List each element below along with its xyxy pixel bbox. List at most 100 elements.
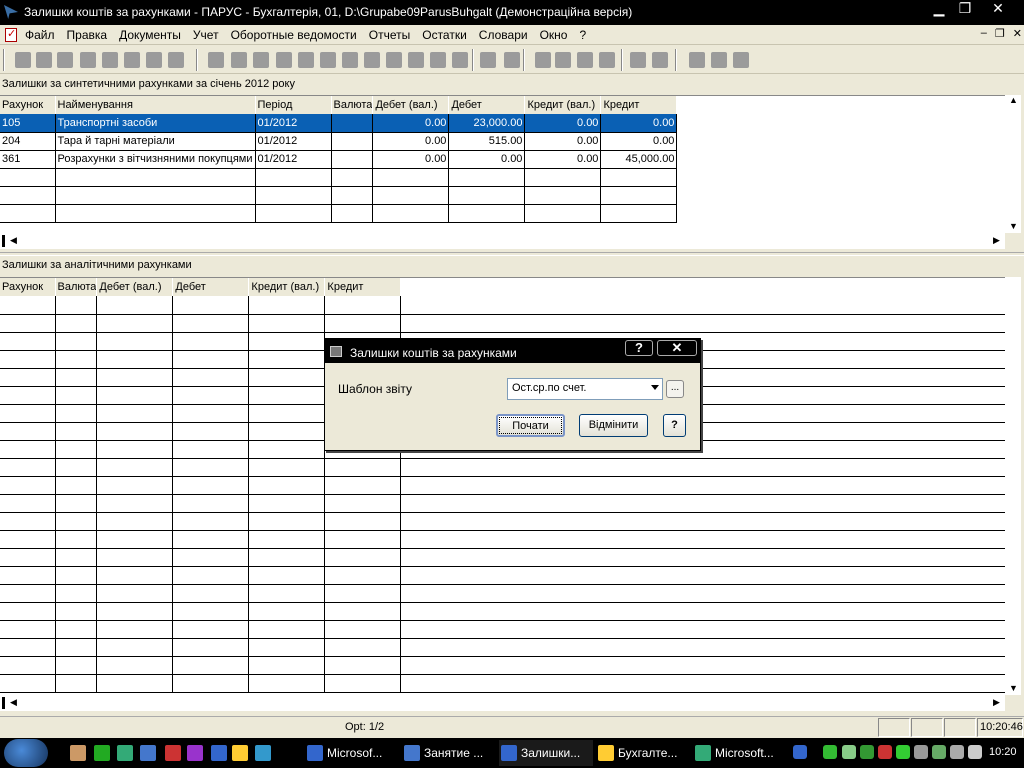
close-button[interactable]: ✕ [985,0,1011,18]
menu-item[interactable]: ? [579,28,586,42]
mdi-minimize-button[interactable]: – [981,27,987,40]
table-row[interactable] [0,296,1005,315]
table-row[interactable] [0,548,1005,567]
synthetic-horizontal-scrollbar[interactable]: ◀ ▶ [0,233,1005,249]
menu-item[interactable]: Оборотные ведомости [231,28,357,42]
column-header[interactable]: Дебет (вал.) [372,96,450,114]
table-row[interactable] [0,566,1005,585]
maximize-button[interactable]: ❐ [952,0,978,18]
stamp-icon[interactable] [124,52,140,68]
quicklaunch-icon[interactable] [70,745,86,761]
table-row[interactable] [0,512,1005,531]
quicklaunch-icon[interactable] [94,745,110,761]
tray-icon[interactable] [932,745,946,759]
scroll-thumb[interactable] [2,235,5,247]
document-icon[interactable] [231,52,247,68]
menu-item[interactable]: Учет [193,28,219,42]
table-row[interactable] [0,168,678,187]
mdi-restore-button[interactable]: ❐ [995,27,1005,40]
table-row[interactable] [0,476,1005,495]
transfer-icon[interactable] [298,52,314,68]
excel-icon[interactable] [117,745,133,761]
quicklaunch-icon[interactable] [211,745,227,761]
table-row[interactable] [0,638,1005,657]
network-icon[interactable] [950,745,964,759]
table-row[interactable]: 204 Тара й тарні матеріали 01/2012 0.00 515.… [0,132,678,151]
tray-icon[interactable] [896,745,910,759]
menu-item[interactable]: Правка [67,28,108,42]
report2-icon[interactable] [599,52,615,68]
copy-icon[interactable] [15,52,31,68]
card-icon[interactable] [253,52,269,68]
scroll-left-icon[interactable]: ◀ [10,235,17,246]
column-header[interactable]: Рахунок [0,278,56,296]
scroll-down-icon[interactable]: ▼ [1009,221,1018,231]
people-icon[interactable] [430,52,446,68]
column-header[interactable]: Валюта [331,96,374,114]
menu-item[interactable]: Документы [119,28,181,42]
exit-icon[interactable] [733,52,749,68]
tray-icon[interactable] [914,745,928,759]
taskbar-task[interactable]: Microsoft... [693,740,787,766]
column-header[interactable]: Кредит (вал.) [248,278,326,296]
money-icon[interactable] [408,52,424,68]
column-header[interactable]: Рахунок [0,96,56,114]
wrench-icon[interactable] [652,52,668,68]
analytic-vertical-scrollbar[interactable]: ▼ [1005,277,1021,695]
table-row[interactable] [0,458,1005,477]
table-row[interactable] [0,314,1005,333]
start-button[interactable] [4,739,48,767]
table-icon[interactable] [364,52,380,68]
scroll-left-icon[interactable]: ◀ [10,697,17,708]
package-icon[interactable] [168,52,184,68]
building-icon[interactable] [342,52,358,68]
table-row[interactable] [0,620,1005,639]
scroll-up-icon[interactable]: ▲ [1009,95,1018,105]
column-header[interactable]: Найменування [55,96,256,114]
menu-item[interactable]: Окно [540,28,568,42]
template-select[interactable]: Ост.ср.по счет. [507,378,663,400]
duplicate-icon[interactable] [36,52,52,68]
currency-icon[interactable] [504,52,520,68]
tray-icon[interactable] [842,745,856,759]
folder-icon[interactable] [232,745,248,761]
arrow-icon[interactable] [208,52,224,68]
taskbar-task[interactable]: Бухгалте... [596,740,690,766]
dialog-close-button[interactable]: ✕ [657,340,697,356]
column-header[interactable]: Валюта [55,278,98,296]
document-check-icon[interactable] [5,27,17,42]
taskbar-task[interactable]: Microsof... [305,740,399,766]
calculator-icon[interactable] [630,52,646,68]
synthetic-vertical-scrollbar[interactable]: ▲ ▼ [1005,95,1021,233]
table-row[interactable] [0,674,1005,693]
table-row[interactable]: 105 Транспортні засоби 01/2012 0.00 23,000.0… [0,114,678,133]
menu-item[interactable]: Остатки [422,28,467,42]
table-row[interactable] [0,494,1005,513]
menu-item[interactable]: Словари [479,28,528,42]
analytic-horizontal-scrollbar[interactable]: ◀ ▶ [0,695,1005,711]
cancel-button[interactable]: Відмінити [579,414,648,437]
start-report-button[interactable]: Почати [496,414,565,437]
word-icon[interactable] [140,745,156,761]
check-icon[interactable] [711,52,727,68]
column-header[interactable]: Дебет [448,96,526,114]
table-row[interactable] [0,204,678,223]
scroll-down-icon[interactable]: ▼ [1009,683,1018,693]
filter-icon[interactable] [102,52,118,68]
menu-item[interactable]: Отчеты [369,28,410,42]
settings-icon[interactable] [452,52,468,68]
quicklaunch-icon[interactable] [187,745,203,761]
menu-item[interactable]: Файл [25,28,55,42]
briefcase-icon[interactable] [535,52,551,68]
quicklaunch-icon[interactable] [165,745,181,761]
table-row[interactable] [0,186,678,205]
column-header[interactable]: Дебет [172,278,250,296]
folder-icon[interactable] [689,52,705,68]
column-header[interactable]: Кредит [600,96,678,114]
asset-icon[interactable] [555,52,571,68]
edit-icon[interactable] [57,52,73,68]
coins-icon[interactable] [480,52,496,68]
column-header[interactable]: Кредит (вал.) [524,96,602,114]
table-row[interactable]: 361 Розрахунки з вітчизняними покупцями 01… [0,150,678,169]
table-row[interactable] [0,584,1005,603]
